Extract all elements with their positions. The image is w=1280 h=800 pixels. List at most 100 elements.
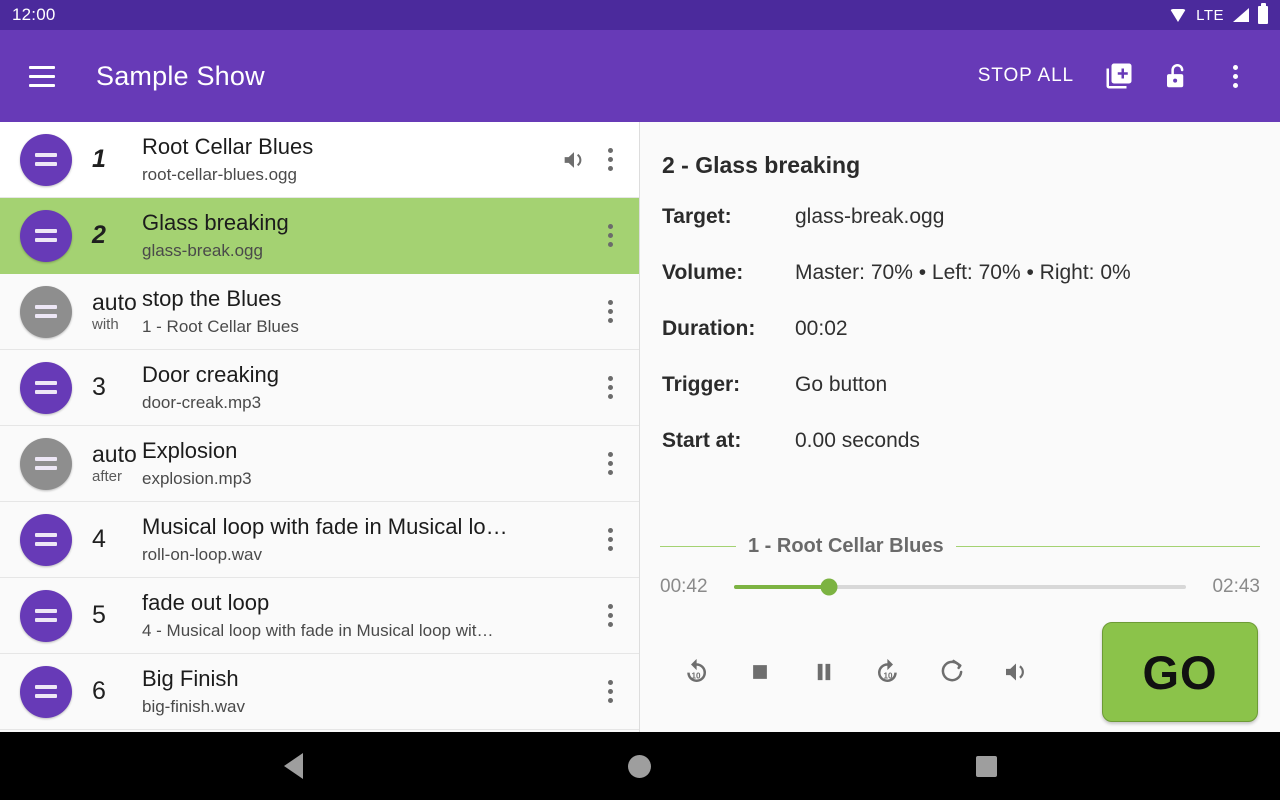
cue-overflow-icon[interactable] (595, 138, 625, 182)
cue-row[interactable]: auto after Explosion explosion.mp3 (0, 426, 639, 502)
dot (607, 166, 613, 171)
detail-field-label: Volume: (662, 261, 744, 284)
cue-row[interactable]: 5 fade out loop 4 - Musical loop with fade… (0, 578, 639, 654)
detail-field: Target: glass-break.ogg (662, 205, 1258, 229)
cue-number-value: 2 (92, 221, 106, 250)
handle-line (35, 694, 57, 698)
handle-line (35, 381, 57, 385)
cue-row[interactable]: 1 Root Cellar Blues root-cellar-blues.ogg (0, 122, 639, 198)
dot (607, 318, 613, 323)
nav-home-icon[interactable] (604, 732, 676, 800)
loop-icon[interactable] (920, 644, 984, 700)
cue-row[interactable]: 3 Door creaking door-creak.mp3 (0, 350, 639, 426)
drag-handle-icon[interactable] (20, 513, 72, 566)
library-add-icon[interactable] (1090, 47, 1148, 105)
stop-icon[interactable] (728, 644, 792, 700)
detail-field-value: 0.00 seconds (795, 429, 920, 452)
home-circle (628, 754, 652, 778)
seek-thumb[interactable] (820, 578, 838, 596)
cue-number-value: 4 (92, 525, 106, 554)
replay-10-icon[interactable]: 10 (664, 644, 728, 700)
dot (607, 309, 613, 314)
cue-overflow-icon[interactable] (595, 214, 625, 258)
cue-row-actions (595, 442, 639, 486)
cue-title: Musical loop with fade in Musical lo… (142, 513, 508, 539)
cue-number-value: 5 (92, 601, 106, 630)
cue-row-actions (595, 214, 639, 258)
drag-handle-wrapper (20, 285, 78, 338)
drag-handle-icon[interactable] (20, 133, 72, 186)
detail-field-value: 00:02 (795, 317, 848, 340)
svg-text:10: 10 (883, 672, 893, 681)
svg-text:10: 10 (691, 672, 701, 681)
stop-all-button[interactable]: STOP ALL (962, 55, 1090, 97)
cue-overflow-icon[interactable] (595, 442, 625, 486)
cue-title: Glass breaking (142, 209, 289, 235)
drag-handle-wrapper (20, 361, 78, 414)
handle-line (35, 609, 57, 613)
cue-subtitle: explosion.mp3 (142, 469, 252, 488)
drag-handle-wrapper (20, 589, 78, 642)
drag-handle-icon[interactable] (20, 361, 72, 414)
detail-field-label: Duration: (662, 317, 756, 340)
forward-10-icon[interactable]: 10 (856, 644, 920, 700)
cue-overflow-icon[interactable] (595, 670, 625, 714)
cue-row[interactable]: auto with stop the Blues 1 - Root Cellar Bl… (0, 274, 639, 350)
cue-number: 5 (78, 601, 142, 630)
nav-recents-icon[interactable] (951, 732, 1023, 800)
volume-icon[interactable] (557, 143, 591, 177)
cue-number: 2 (78, 221, 142, 250)
recents-square (976, 755, 998, 777)
cue-list[interactable]: 1 Root Cellar Blues root-cellar-blues.ogg 2… (0, 122, 640, 732)
cue-row[interactable]: 2 Glass breaking glass-break.ogg (0, 198, 639, 274)
drag-handle-icon[interactable] (20, 437, 72, 490)
detail-field: Trigger: Go button (662, 373, 1258, 397)
handle-line (35, 457, 57, 461)
divider-left (660, 546, 736, 547)
cue-overflow-icon[interactable] (595, 594, 625, 638)
handle-line (35, 153, 57, 157)
handle-line (35, 238, 57, 242)
cue-text: stop the Blues 1 - Root Cellar Blues (142, 286, 595, 338)
player-panel: 1 - Root Cellar Blues 00:42 02:43 10 10 … (640, 529, 1280, 732)
cue-row-actions (595, 518, 639, 562)
cue-overflow-icon[interactable] (595, 518, 625, 562)
pause-icon[interactable] (792, 644, 856, 700)
more-vertical-icon[interactable] (1206, 47, 1264, 105)
cue-detail-pane: 2 - Glass breaking Target: glass-break.og… (640, 122, 1280, 732)
detail-field-value: Master: 70% • Left: 70% • Right: 0% (795, 261, 1131, 284)
handle-line (35, 162, 57, 166)
cue-number: 6 (78, 678, 142, 705)
cue-row-actions (595, 290, 639, 334)
handle-line (35, 685, 57, 689)
seek-slider[interactable] (734, 578, 1186, 596)
cue-subtitle: door-creak.mp3 (142, 393, 262, 412)
dot (607, 604, 613, 609)
drag-handle-wrapper (20, 665, 78, 718)
dot (607, 242, 613, 247)
drag-handle-icon[interactable] (20, 665, 72, 718)
page-title: Sample Show (96, 60, 265, 91)
lock-open-icon[interactable] (1148, 47, 1206, 105)
cue-row[interactable]: 6 Big Finish big-finish.wav (0, 654, 639, 730)
hamburger-menu-icon[interactable] (20, 54, 64, 98)
now-playing-label: 1 - Root Cellar Blues (748, 535, 944, 557)
drag-handle-icon[interactable] (20, 285, 72, 338)
dot (607, 300, 613, 305)
dot (607, 452, 613, 457)
app-root: 12:00 LTE Sample Show STOP ALL 1 Root Ce… (0, 0, 1280, 800)
main-content: 1 Root Cellar Blues root-cellar-blues.ogg 2… (0, 122, 1280, 732)
drag-handle-icon[interactable] (20, 209, 72, 262)
dot (607, 385, 613, 390)
nav-back-icon[interactable] (257, 732, 329, 800)
volume-icon[interactable] (984, 644, 1048, 700)
cue-overflow-icon[interactable] (595, 290, 625, 334)
cue-overflow-icon[interactable] (595, 366, 625, 410)
dot (1232, 73, 1238, 79)
handle-line (35, 390, 57, 394)
drag-handle-icon[interactable] (20, 589, 72, 642)
cue-row[interactable]: 4 Musical loop with fade in Musical lo… ro… (0, 502, 639, 578)
dot (607, 613, 613, 618)
go-button[interactable]: GO (1102, 622, 1258, 722)
cue-number: 3 (78, 374, 142, 401)
